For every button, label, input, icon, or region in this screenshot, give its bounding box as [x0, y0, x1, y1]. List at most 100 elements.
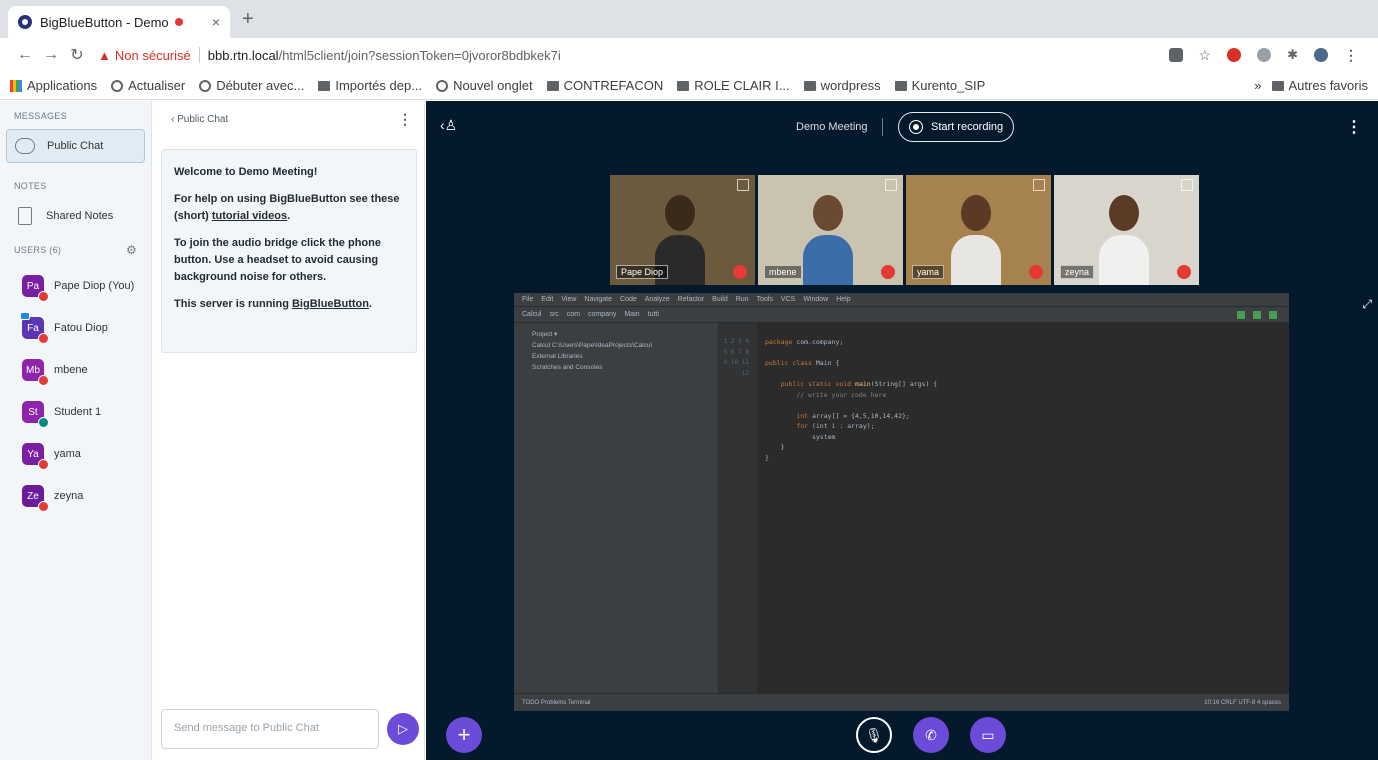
- globe-icon: [436, 79, 449, 92]
- bookmark-role-clair[interactable]: ROLE CLAIR I...: [677, 78, 790, 93]
- unmute-button[interactable]: 🎙: [856, 717, 892, 753]
- bookmark-contrefacon[interactable]: CONTREFACON: [546, 78, 663, 93]
- recording-indicator-icon: [174, 18, 183, 26]
- user-item[interactable]: Pa Pape Diop (You): [0, 265, 151, 307]
- webcam-name-tag[interactable]: mbene: [764, 265, 802, 279]
- ide-line-numbers: 1 2 3 4 5 6 7 8 9 10 11 12: [719, 323, 757, 693]
- bookmark-apps[interactable]: Applications: [10, 78, 97, 93]
- avatar-initials: St: [28, 406, 38, 418]
- bookmark-other[interactable]: Autres favoris: [1271, 78, 1368, 93]
- globe-icon: [199, 79, 212, 92]
- ide-menu-item: Window: [803, 296, 829, 303]
- webcam-name-tag[interactable]: yama: [912, 265, 945, 279]
- avatar: Pa: [22, 275, 49, 302]
- server-text: This server is running BigBlueButton.: [174, 296, 404, 313]
- ide-run-controls: [1237, 310, 1277, 319]
- user-name: Student 1: [54, 406, 102, 418]
- user-item[interactable]: Fa Fatou Diop: [0, 307, 151, 349]
- insecure-label[interactable]: Non sécurisé: [115, 48, 191, 63]
- user-item[interactable]: Ze zeyna: [0, 475, 151, 517]
- muted-mic-icon: [1029, 265, 1043, 279]
- webcam-tile[interactable]: mbene: [758, 175, 903, 285]
- user-name: yama: [54, 448, 81, 460]
- muted-mic-icon: [38, 459, 49, 470]
- fullscreen-icon[interactable]: [1033, 179, 1045, 191]
- hide-chat-button[interactable]: ‹ Public Chat: [171, 114, 228, 125]
- fullscreen-icon[interactable]: [885, 179, 897, 191]
- webcam-tile[interactable]: zeyna: [1054, 175, 1199, 285]
- ide-status-left: TODO Problems Terminal: [522, 699, 591, 706]
- forward-arrow-icon[interactable]: →: [38, 46, 64, 64]
- screenshare-fullscreen-icon[interactable]: ⤢: [1362, 297, 1372, 312]
- public-chat-item[interactable]: Public Chat: [6, 129, 145, 163]
- project-tree-item: External Libraries: [532, 353, 583, 360]
- cast-icon[interactable]: [1168, 48, 1183, 62]
- fullscreen-icon[interactable]: [737, 179, 749, 191]
- options-menu-icon[interactable]: ⋮: [1346, 117, 1362, 137]
- new-tab-button[interactable]: +: [242, 8, 254, 31]
- webcam-tile[interactable]: Pape Diop: [610, 175, 755, 285]
- bookmark-wordpress[interactable]: wordpress: [803, 78, 881, 93]
- leave-audio-button[interactable]: ✆: [913, 717, 949, 753]
- ide-breadcrumb: tutti: [647, 311, 659, 318]
- avatar-initials: Ze: [27, 490, 39, 502]
- chat-header: ‹ Public Chat ⋮: [153, 101, 424, 128]
- reload-icon[interactable]: ↻: [64, 45, 90, 65]
- extension-globe-icon[interactable]: [1257, 48, 1272, 62]
- bookmark-importes[interactable]: Importés dep...: [318, 78, 422, 93]
- webcam-tile[interactable]: yama: [906, 175, 1051, 285]
- fullscreen-icon[interactable]: [1181, 179, 1193, 191]
- bookmark-kurento[interactable]: Kurento_SIP: [894, 78, 985, 93]
- folder-icon: [677, 80, 690, 91]
- tab-close-button[interactable]: ×: [212, 14, 220, 30]
- muted-mic-icon: [38, 375, 49, 386]
- avatar-initials: Ya: [27, 448, 39, 460]
- bookmark-debuter[interactable]: Débuter avec...: [199, 78, 304, 93]
- webcam-name-tag[interactable]: Pape Diop: [616, 265, 669, 279]
- bookmark-label: Actualiser: [128, 78, 186, 93]
- browser-tab[interactable]: BigBlueButton - Demo ×: [8, 6, 230, 38]
- puzzle-icon[interactable]: ✱: [1287, 47, 1298, 63]
- ide-menu-item: View: [561, 296, 577, 303]
- more-bookmarks-button[interactable]: »: [1254, 78, 1261, 93]
- bbb-favicon-icon: [18, 15, 32, 29]
- ide-menu-item: Navigate: [584, 296, 613, 303]
- send-message-button[interactable]: ▷: [387, 713, 419, 745]
- star-icon[interactable]: ☆: [1199, 47, 1212, 64]
- tutorial-videos-link[interactable]: tutorial videos: [212, 210, 287, 222]
- user-item[interactable]: Ya yama: [0, 433, 151, 475]
- main-area: ‹♙ Demo Meeting Start recording ⋮ Pape D…: [426, 101, 1378, 760]
- chat-message-input[interactable]: Send message to Public Chat: [161, 709, 379, 749]
- users-section-title: USERS (6): [14, 245, 62, 255]
- chrome-menu-icon[interactable]: ⋮: [1344, 47, 1358, 64]
- ide-menu-item: File: [522, 296, 534, 303]
- share-webcam-button[interactable]: ▭: [970, 717, 1006, 753]
- adblock-icon[interactable]: [1227, 48, 1242, 62]
- actions-plus-button[interactable]: +: [446, 717, 482, 753]
- user-item[interactable]: Mb mbene: [0, 349, 151, 391]
- start-recording-button[interactable]: Start recording: [898, 112, 1014, 142]
- avatar-initials: Pa: [26, 280, 40, 292]
- ide-menubar: File Edit View Navigate Code Analyze Ref…: [514, 293, 1289, 307]
- bookmark-label: wordpress: [820, 78, 881, 93]
- back-arrow-icon[interactable]: ←: [12, 46, 38, 64]
- bookmark-nouvel-onglet[interactable]: Nouvel onglet: [436, 78, 533, 93]
- muted-mic-icon: [881, 265, 895, 279]
- chat-options-icon[interactable]: ⋮: [398, 111, 412, 128]
- shared-notes-item[interactable]: Shared Notes: [6, 199, 145, 233]
- screenshare-video: File Edit View Navigate Code Analyze Ref…: [514, 293, 1289, 711]
- webcam-name-tag[interactable]: zeyna: [1060, 265, 1095, 279]
- toggle-userlist-icon[interactable]: ‹♙: [440, 117, 457, 134]
- url-field[interactable]: ▲ Non sécurisé bbb.rtn.local /html5clien…: [98, 41, 1169, 69]
- chat-bubble-icon: [15, 138, 35, 154]
- users-settings-gear-icon[interactable]: ⚙: [126, 243, 137, 257]
- user-item[interactable]: St Student 1: [0, 391, 151, 433]
- server-suffix: .: [368, 298, 373, 310]
- project-tree-item: Calcul C:\Users\Pape\IdeaProjects\Calcul: [532, 342, 652, 349]
- public-chat-label: Public Chat: [47, 140, 104, 152]
- bigbluebutton-link[interactable]: BigBlueButton: [292, 298, 369, 310]
- user-name: Pape Diop (You): [54, 280, 135, 292]
- profile-avatar[interactable]: [1314, 48, 1328, 62]
- bookmark-actualiser[interactable]: Actualiser: [111, 78, 185, 93]
- participant-video: [951, 195, 1001, 285]
